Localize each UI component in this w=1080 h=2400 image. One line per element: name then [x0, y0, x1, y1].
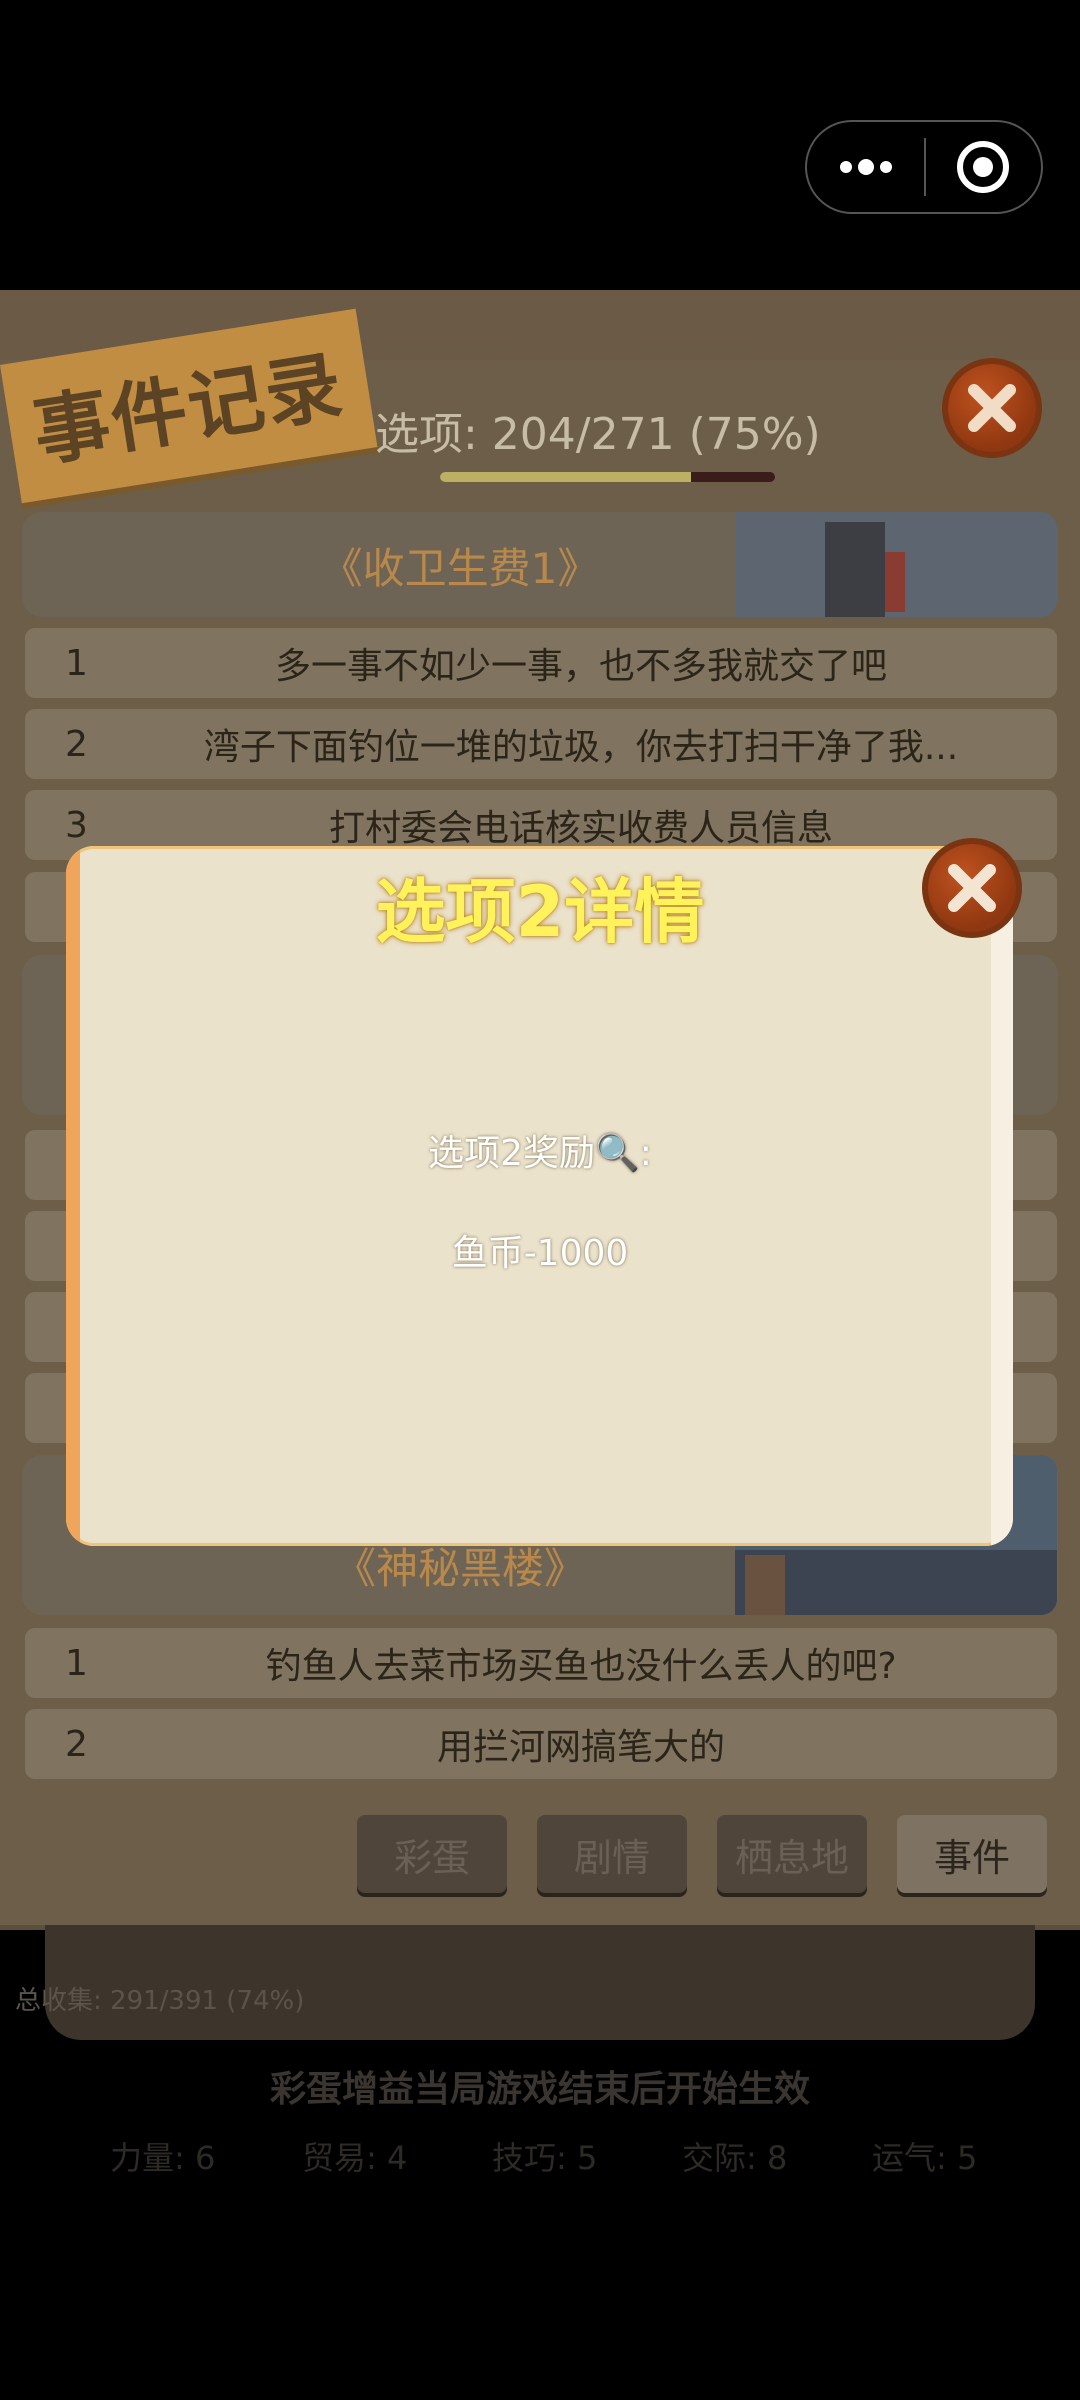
- modal-left-edge: [66, 846, 80, 1546]
- more-dots-icon: [839, 159, 892, 175]
- tab-easter-egg[interactable]: 彩蛋: [357, 1815, 507, 1893]
- stat-social: 交际: 8: [682, 2139, 788, 2177]
- tab-events[interactable]: 事件: [897, 1815, 1047, 1893]
- stat-trade: 贸易: 4: [302, 2139, 408, 2177]
- panel-close-button[interactable]: [942, 358, 1042, 458]
- total-collection: 总收集: 291/391 (74%): [15, 1986, 305, 2016]
- stat-luck: 运气: 5: [872, 2139, 978, 2177]
- option-number: 1: [65, 1642, 88, 1684]
- reward-label: 选项2奖励🔍:: [428, 1133, 652, 1174]
- option-number: 2: [65, 1723, 88, 1765]
- tab-story[interactable]: 剧情: [537, 1815, 687, 1893]
- tab-habitat[interactable]: 栖息地: [717, 1815, 867, 1893]
- options-progress-fill: [440, 472, 692, 482]
- close-icon: [948, 864, 996, 912]
- stat-skill: 技巧: 5: [492, 2139, 598, 2177]
- option-row[interactable]: 1 多一事不如少一事，也不多我就交了吧: [25, 628, 1057, 698]
- options-progress-bar: [440, 472, 775, 482]
- mini-program-capsule: [805, 120, 1043, 214]
- option-number: 1: [65, 642, 88, 684]
- modal-right-edge: [991, 846, 1013, 1546]
- option-row[interactable]: 2 湾子下面钓位一堆的垃圾，你去打扫干净了我...: [25, 709, 1057, 779]
- target-icon: [957, 141, 1010, 193]
- modal-title: 选项2详情: [375, 870, 705, 953]
- option-text: 湾子下面钓位一堆的垃圾，你去打扫干净了我...: [203, 727, 959, 768]
- footer-note: 彩蛋增益当局游戏结束后开始生效: [269, 2069, 810, 2110]
- stat-strength: 力量: 6: [110, 2139, 216, 2177]
- option-row[interactable]: 2 用拦河网搞笔大的: [25, 1709, 1057, 1779]
- option-text: 钓鱼人去菜市场买鱼也没什么丢人的吧?: [265, 1646, 897, 1687]
- more-options-button[interactable]: [807, 122, 924, 212]
- reward-value: 鱼币-1000: [451, 1233, 629, 1274]
- options-progress-text: 选项: 204/271 (75%): [375, 409, 821, 460]
- option-text: 多一事不如少一事，也不多我就交了吧: [274, 646, 887, 687]
- event-illustration: [735, 512, 1057, 617]
- close-program-button[interactable]: [926, 122, 1041, 212]
- close-icon: [968, 384, 1016, 432]
- option-row[interactable]: 1 钓鱼人去菜市场买鱼也没什么丢人的吧?: [25, 1628, 1057, 1698]
- option-number: 2: [65, 723, 88, 765]
- option-text: 用拦河网搞笔大的: [436, 1727, 725, 1768]
- event-title: 《收卫生费1》: [320, 543, 600, 593]
- modal-close-button[interactable]: [922, 838, 1022, 938]
